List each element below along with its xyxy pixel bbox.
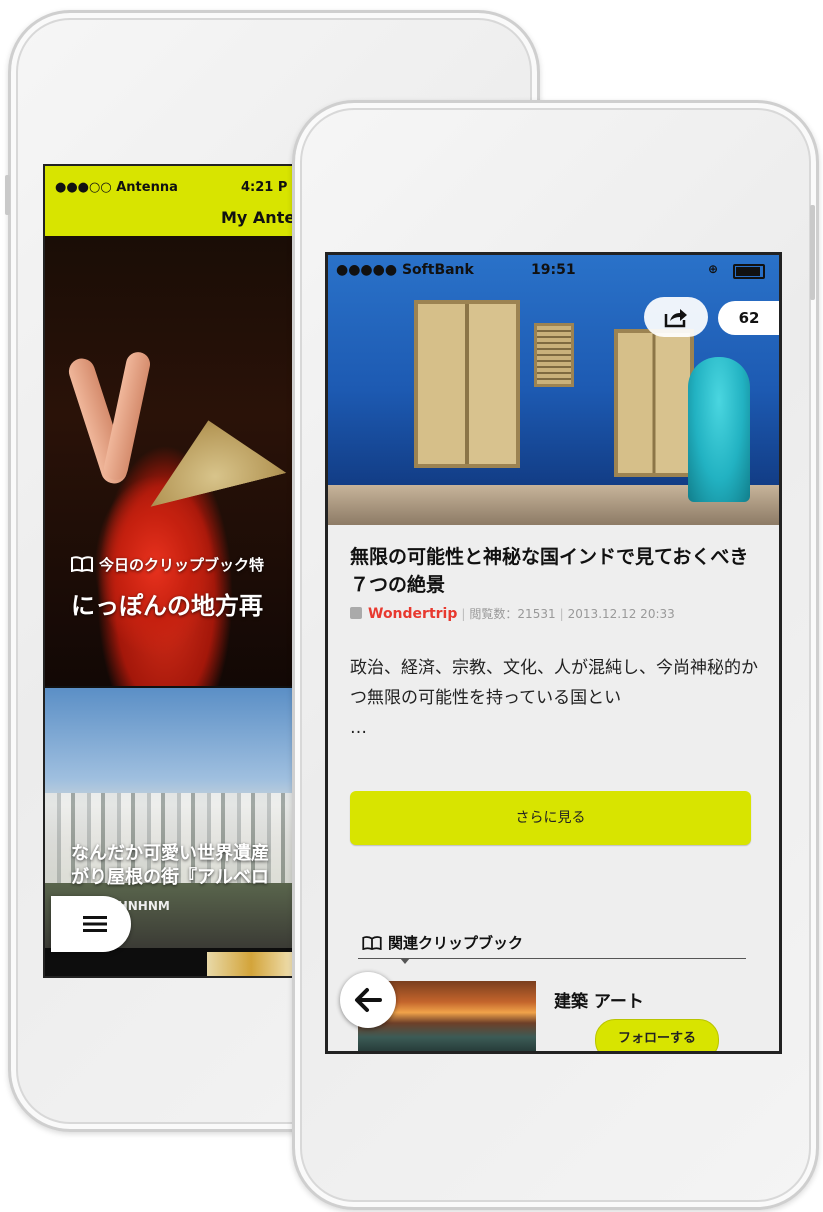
article-title: 無限の可能性と神秘な国インドで見ておくべき７つの絶景 (350, 546, 749, 596)
share-count-badge: 62 (718, 301, 779, 335)
book-icon (71, 556, 93, 572)
hamburger-icon (83, 916, 107, 932)
article-excerpt: 政治、経済、宗教、文化、人が混純し、今尚神秘的かつ無限の可能性を持っている国とい… (350, 658, 758, 738)
meta-separator: | (559, 607, 564, 621)
divider (358, 958, 746, 959)
article-date: 2013.12.12 20:33 (567, 607, 675, 621)
back-phone-side-button (5, 175, 10, 215)
carrier-label: ●●●○○ Antenna (55, 180, 178, 195)
front-phone-side-button (810, 205, 815, 300)
front-status-bar: ●●●●● SoftBank 19:51 ⊕ (328, 255, 779, 281)
clipbook-label-text: 今日のクリップブック特 (99, 556, 265, 574)
read-more-button[interactable]: さらに見る (350, 791, 751, 845)
related-clipbook-header: 関連クリップブック (362, 932, 523, 953)
article-views: 閲覧数：21531 (469, 607, 556, 621)
follow-button[interactable]: フォローする (595, 1019, 719, 1051)
menu-button[interactable] (51, 896, 131, 952)
battery-icon (733, 264, 765, 279)
door (414, 300, 520, 468)
arrow-left-icon (355, 988, 382, 1012)
meta-separator: | (461, 607, 466, 621)
window-shutter (534, 323, 574, 387)
status-time: 19:51 (531, 262, 576, 278)
back-phone-screen: ●●●○○ Antenna 4:21 P My Ante 今日のクリップブック特… (43, 164, 297, 978)
front-phone-screen: ●●●●● SoftBank 19:51 ⊕ 62 無限の可能性と神秘な国インド… (325, 252, 782, 1054)
rotation-lock-icon: ⊕ (708, 262, 719, 276)
back-status-bar: ●●●○○ Antenna 4:21 P My Ante (45, 166, 295, 236)
book-icon (362, 936, 382, 950)
status-time: 4:21 P (241, 180, 288, 195)
article-meta: Wondertrip | 閲覧数：21531 | 2013.12.12 20:33 (350, 605, 675, 622)
share-icon (664, 309, 687, 328)
clipbook-label: 今日のクリップブック特 (71, 554, 264, 575)
article-hero-image (328, 255, 779, 525)
next-card-fragment (207, 952, 295, 976)
related-clipbook-name[interactable]: 建築 アート (554, 987, 644, 1012)
article-card-title: なんだか可愛い世界遺産 がり屋根の街『アルベロ (71, 843, 269, 888)
next-card-image[interactable] (45, 948, 295, 976)
share-button[interactable] (644, 297, 708, 337)
article-source[interactable]: Wondertrip (368, 606, 457, 622)
carrier-label: ●●●●● SoftBank (336, 262, 474, 278)
door (614, 329, 694, 477)
rss-icon (350, 607, 362, 619)
related-header-text: 関連クリップブック (388, 934, 524, 952)
divider-notch (400, 958, 410, 964)
back-button[interactable] (340, 972, 396, 1028)
page-title: My Ante (221, 208, 296, 227)
woman-figure (688, 357, 750, 502)
dancer-hat (134, 405, 287, 507)
clipbook-title: にっぽんの地方再 (71, 592, 263, 620)
